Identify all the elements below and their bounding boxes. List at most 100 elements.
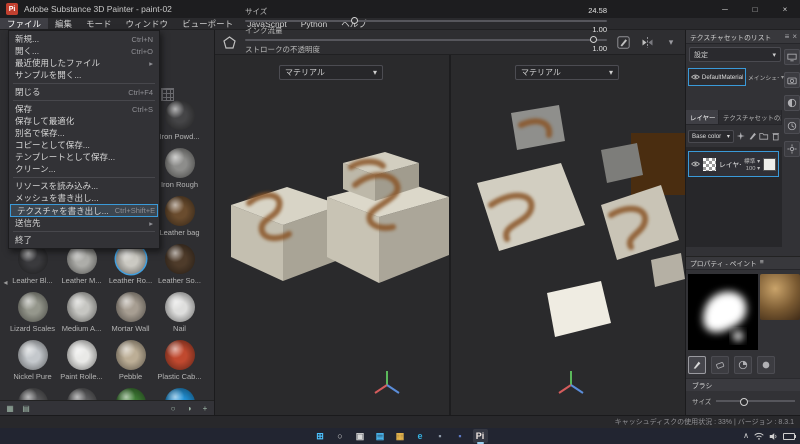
slider-handle[interactable] (589, 35, 597, 43)
sphere-display-icon[interactable]: ◑ (184, 403, 194, 413)
add-asset-icon[interactable]: + (200, 403, 210, 413)
maximize-button[interactable]: □ (740, 0, 770, 18)
size-slider-handle[interactable] (739, 397, 748, 406)
shader-link[interactable]: メインシェーダー (748, 73, 779, 82)
file-menu-item[interactable]: テンプレートとして保存... (9, 151, 159, 163)
file-menu-item[interactable]: 保存して最適化 (9, 115, 159, 127)
material-item[interactable]: Plastic Cab... (156, 340, 204, 388)
material-item[interactable]: Paint Rolle... (58, 340, 106, 388)
menubar-item[interactable]: 編集 (48, 18, 79, 29)
taskbar-app-icon[interactable]: ▦ (393, 429, 408, 443)
panel-collapse-handle[interactable]: ◂ (1, 276, 10, 288)
symmetry-icon[interactable] (639, 34, 655, 50)
texture-set-row[interactable]: DefaultMaterial メインシェーダー ▾ (688, 67, 784, 87)
layer-content-thumbnail[interactable] (763, 157, 776, 171)
file-menu-item[interactable]: テクスチャを書き出し... Ctrl+Shift+E (10, 204, 158, 217)
slider-handle[interactable] (350, 16, 358, 24)
toolbar-menu-icon[interactable]: ▾ (663, 34, 679, 50)
taskbar-app-icon[interactable]: ▤ (373, 429, 388, 443)
menubar-item[interactable]: ファイル (0, 18, 49, 29)
slider-value[interactable]: 1.00 (592, 44, 607, 55)
material-item[interactable]: Nickel Pure (9, 340, 57, 388)
layer-row[interactable]: レイヤー 1 標準 ▾ 100 ▾ (688, 151, 779, 177)
file-menu-item[interactable]: 送信先 ▸ (9, 217, 159, 229)
material-item[interactable]: Nail (156, 292, 204, 340)
brush-material-preview[interactable] (760, 274, 800, 320)
layer-visibility-eye-icon[interactable] (691, 161, 700, 167)
close-button[interactable]: × (770, 0, 800, 18)
material-item[interactable]: Iron Powd... (156, 100, 204, 148)
brush-alpha-preview[interactable] (688, 274, 758, 350)
brush-tip-icon[interactable] (615, 34, 631, 50)
hamburger-menu-icon[interactable]: ≡ (785, 32, 790, 41)
material-item[interactable]: Leather Bl... (9, 244, 57, 292)
texture-set-selected[interactable]: DefaultMaterial (688, 68, 746, 86)
material-item[interactable]: Pebble (107, 340, 155, 388)
file-menu-item[interactable]: 新規... Ctrl+N (9, 33, 159, 45)
tab-layers[interactable]: レイヤー × (686, 110, 719, 124)
battery-icon[interactable] (783, 432, 796, 440)
file-menu-item[interactable] (13, 100, 155, 101)
delete-layer-icon[interactable] (771, 131, 781, 141)
taskbar-app-icon[interactable]: ▪ (453, 429, 468, 443)
size-slider-track[interactable] (716, 397, 795, 406)
file-menu-item[interactable]: サンプルを開く... (9, 69, 159, 81)
file-menu-item[interactable]: 閉じる Ctrl+F4 (9, 86, 159, 98)
slider-track[interactable] (245, 16, 607, 24)
tab-texture-set-settings[interactable]: テクスチャセットの設定 (718, 110, 782, 124)
file-menu-item[interactable]: メッシュを書き出し... (9, 192, 159, 204)
material-picker-icon[interactable] (757, 356, 775, 374)
wifi-icon[interactable] (754, 432, 764, 440)
material-item[interactable]: Iron Rough (156, 148, 204, 196)
environment-icon[interactable] (784, 95, 800, 111)
eraser-tool-icon[interactable] (711, 356, 729, 374)
brush-slider[interactable]: サイズ 24.58 (245, 6, 607, 24)
material-item[interactable]: Leather Ro... (107, 244, 155, 292)
filter-circle-icon[interactable]: ○ (168, 403, 178, 413)
shader-settings-icon[interactable] (784, 141, 800, 157)
menubar-item[interactable]: モード (79, 18, 119, 29)
viewport-2d[interactable]: マテリアル ▾ (451, 55, 685, 415)
slider-value[interactable]: 24.58 (588, 6, 607, 17)
taskbar-app-icon[interactable]: Pi (472, 429, 488, 444)
add-paint-layer-icon[interactable] (748, 131, 758, 141)
texture-set-settings-dropdown[interactable]: 設定 ▾ (689, 47, 781, 62)
file-menu-item[interactable]: クリーン... (9, 163, 159, 175)
shading-mode-dropdown[interactable]: マテリアル ▾ (515, 65, 619, 80)
display-settings-icon[interactable] (784, 49, 800, 65)
taskbar-app-icon[interactable]: ▣ (353, 429, 368, 443)
material-item[interactable]: Mortar Wall (107, 292, 155, 340)
menubar-item[interactable]: ビューポート (175, 18, 240, 29)
taskbar-app-icon[interactable]: ▪ (433, 429, 448, 443)
history-icon[interactable] (784, 118, 800, 134)
layer-name[interactable]: レイヤー 1 (719, 159, 741, 169)
grid-view-icon[interactable]: ▦ (5, 403, 15, 413)
add-folder-icon[interactable] (759, 131, 769, 141)
blend-mode-dropdown[interactable]: 標準 ▾ (744, 156, 760, 165)
file-menu-item[interactable] (13, 177, 155, 178)
file-menu-item[interactable]: 開く... Ctrl+O (9, 45, 159, 57)
material-item[interactable]: Leather M... (58, 244, 106, 292)
channel-dropdown[interactable]: Base color ▾ (688, 129, 734, 143)
material-item[interactable]: Medium A... (58, 292, 106, 340)
file-menu-item[interactable]: 保存 Ctrl+S (9, 103, 159, 115)
material-item[interactable]: Leather bag (156, 196, 204, 244)
projection-tool-icon[interactable] (734, 356, 752, 374)
lasso-select-icon[interactable] (221, 34, 237, 50)
viewport-3d[interactable]: マテリアル ▾ (215, 55, 449, 415)
brush-slider[interactable]: インク流量 1.00 (245, 25, 607, 43)
file-menu-item[interactable]: コピーとして保存... (9, 139, 159, 151)
brush-tool-icon[interactable] (688, 356, 706, 374)
file-menu-item[interactable] (13, 83, 155, 84)
menubar-item[interactable]: ウィンドウ (119, 18, 176, 29)
slider-value[interactable]: 1.00 (592, 25, 607, 36)
eye-icon[interactable] (691, 74, 700, 80)
file-menu-item[interactable]: リソースを読み込み... (9, 180, 159, 192)
minimize-button[interactable]: ─ (710, 0, 740, 18)
file-menu-item[interactable]: 終了 (9, 234, 159, 246)
shading-mode-dropdown[interactable]: マテリアル ▾ (279, 65, 383, 80)
file-menu-item[interactable]: 別名で保存... (9, 127, 159, 139)
camera-settings-icon[interactable] (784, 72, 800, 88)
opacity-dropdown[interactable]: 100 ▾ (746, 166, 760, 172)
close-panel-icon[interactable]: × (792, 32, 797, 41)
